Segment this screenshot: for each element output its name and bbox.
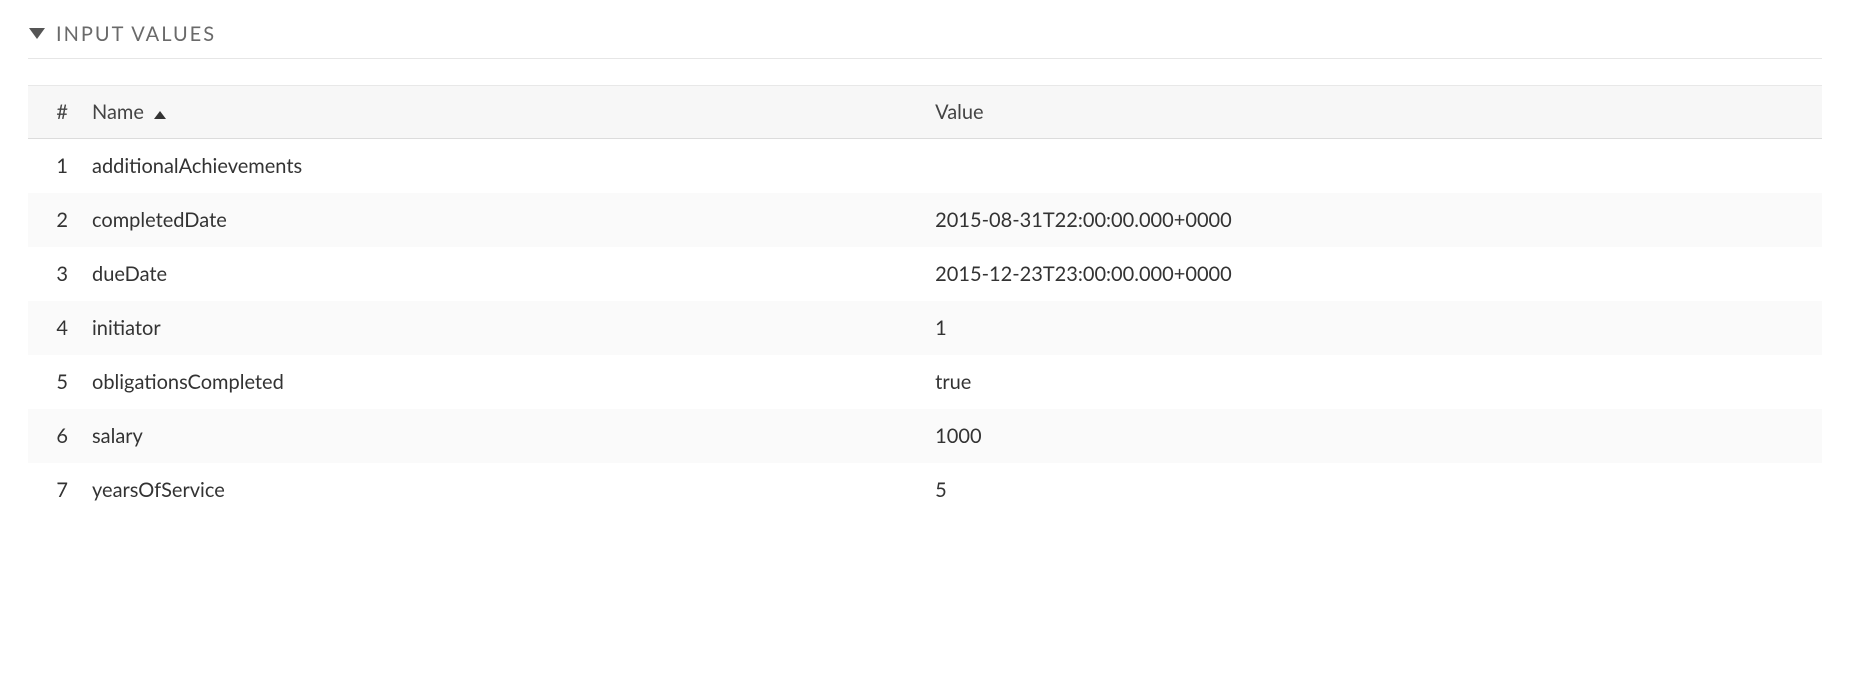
row-index: 7 xyxy=(28,463,78,517)
row-name: completedDate xyxy=(78,193,921,247)
table-row: 3dueDate2015-12-23T23:00:00.000+0000 xyxy=(28,247,1822,301)
column-header-value[interactable]: Value xyxy=(921,86,1822,139)
column-header-value-label: Value xyxy=(935,100,983,124)
row-name: salary xyxy=(78,409,921,463)
input-values-section: INPUT VALUES # Name xyxy=(0,0,1850,539)
row-name: yearsOfService xyxy=(78,463,921,517)
row-index: 1 xyxy=(28,139,78,194)
column-header-name[interactable]: Name xyxy=(78,86,921,139)
sort-ascending-icon xyxy=(154,100,166,124)
row-value: 5 xyxy=(921,463,1822,517)
row-index: 5 xyxy=(28,355,78,409)
row-value: 1000 xyxy=(921,409,1822,463)
row-index: 4 xyxy=(28,301,78,355)
row-value: 2015-08-31T22:00:00.000+0000 xyxy=(921,193,1822,247)
row-index: 6 xyxy=(28,409,78,463)
column-header-index-label: # xyxy=(56,100,68,124)
row-value: 2015-12-23T23:00:00.000+0000 xyxy=(921,247,1822,301)
table-row: 7yearsOfService5 xyxy=(28,463,1822,517)
table-row: 2completedDate2015-08-31T22:00:00.000+00… xyxy=(28,193,1822,247)
input-values-table: # Name Value 1add xyxy=(28,85,1822,517)
caret-down-icon xyxy=(28,28,46,40)
section-title: INPUT VALUES xyxy=(56,22,216,46)
column-header-name-sort[interactable]: Name xyxy=(92,100,166,124)
table-header-row: # Name Value xyxy=(28,86,1822,139)
table-row: 4initiator1 xyxy=(28,301,1822,355)
column-header-name-label: Name xyxy=(92,100,144,124)
row-value: true xyxy=(921,355,1822,409)
row-value: 1 xyxy=(921,301,1822,355)
row-index: 2 xyxy=(28,193,78,247)
row-value xyxy=(921,139,1822,194)
row-name: additionalAchievements xyxy=(78,139,921,194)
row-index: 3 xyxy=(28,247,78,301)
row-name: initiator xyxy=(78,301,921,355)
section-header-toggle[interactable]: INPUT VALUES xyxy=(28,22,1822,59)
column-header-index[interactable]: # xyxy=(28,86,78,139)
input-values-table-wrap: # Name Value 1add xyxy=(28,85,1822,517)
table-row: 1additionalAchievements xyxy=(28,139,1822,194)
row-name: dueDate xyxy=(78,247,921,301)
table-row: 6salary1000 xyxy=(28,409,1822,463)
table-row: 5obligationsCompletedtrue xyxy=(28,355,1822,409)
row-name: obligationsCompleted xyxy=(78,355,921,409)
